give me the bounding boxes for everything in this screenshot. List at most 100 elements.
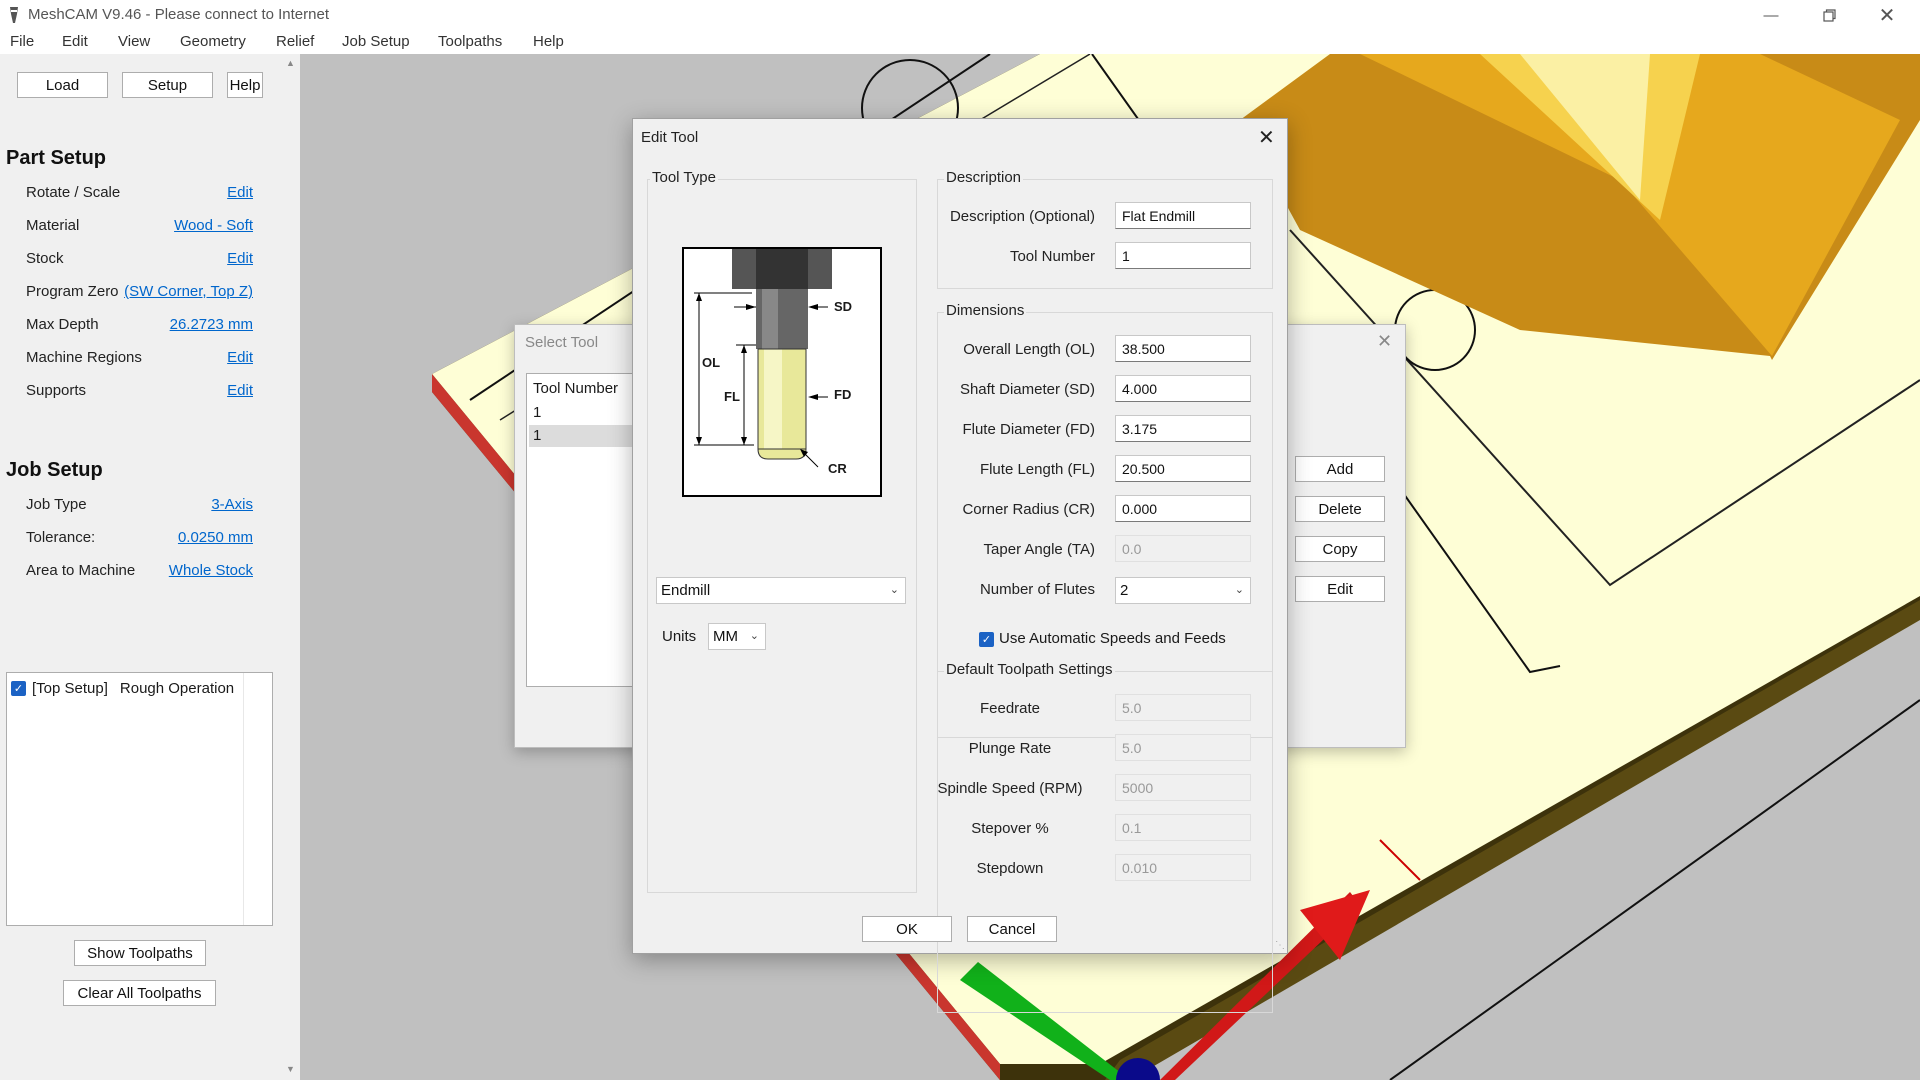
resize-grip-icon[interactable]: ⋱ (1275, 940, 1285, 951)
checkbox-checked-icon[interactable]: ✓ (11, 680, 26, 696)
plunge-rate-input: 5.0 (1115, 734, 1251, 761)
close-icon[interactable]: ✕ (1858, 0, 1916, 30)
clear-all-toolpaths-button[interactable]: Clear All Toolpaths (63, 980, 216, 1006)
description-group (937, 179, 1273, 289)
cancel-button[interactable]: Cancel (967, 916, 1057, 942)
machine-regions-label: Machine Regions (26, 349, 142, 366)
spindle-speed-label: Spindle Speed (RPM) (937, 780, 1083, 797)
select-tool-close-icon[interactable]: ✕ (1377, 331, 1392, 352)
tool-number-input[interactable]: 1 (1115, 242, 1251, 269)
show-toolpaths-button[interactable]: Show Toolpaths (74, 940, 206, 966)
edit-tool-title: Edit Tool (641, 129, 699, 146)
units-label: Units (662, 628, 697, 645)
tool-list[interactable]: Tool Number 1 1 (526, 373, 636, 687)
tool-list-row[interactable]: 1 (533, 404, 541, 421)
sidebar-scrollbar[interactable]: ▲ ▼ (283, 54, 300, 1080)
stepover-label: Stepover % (971, 820, 1049, 837)
add-tool-button[interactable]: Add (1295, 456, 1385, 482)
menu-relief[interactable]: Relief (276, 33, 314, 50)
edit-tool-button[interactable]: Edit (1295, 576, 1385, 602)
flute-diameter-input[interactable]: 3.175 (1115, 415, 1251, 442)
job-type-label: Job Type (26, 496, 87, 513)
stock-label: Stock (26, 250, 64, 267)
title-bar: MeshCAM V9.46 - Please connect to Intern… (0, 0, 1920, 30)
description-title: Description (944, 169, 1024, 186)
supports-link[interactable]: Edit (227, 382, 253, 399)
menu-help[interactable]: Help (533, 33, 564, 50)
stepdown-input: 0.010 (1115, 854, 1251, 881)
part-setup-title: Part Setup (6, 147, 107, 169)
label-sd: SD (834, 299, 853, 314)
help-button[interactable]: Help (227, 72, 263, 98)
tool-type-select[interactable]: Endmill ⌄ (656, 577, 906, 604)
operation-name: Rough Operation (119, 679, 235, 697)
operations-list[interactable]: ✓ [Top Setup] Rough Operation (6, 672, 273, 926)
units-select[interactable]: MM ⌄ (708, 623, 766, 650)
endmill-drawing (694, 249, 832, 468)
ok-button[interactable]: OK (862, 916, 952, 942)
max-depth-label: Max Depth (26, 316, 99, 333)
select-tool-title: Select Tool (525, 334, 599, 351)
label-ol: OL (702, 355, 721, 370)
list-divider (243, 673, 244, 925)
menu-toolpaths[interactable]: Toolpaths (438, 33, 502, 50)
defaults-group (937, 671, 1273, 1013)
tool-list-row-selected[interactable]: 1 (529, 425, 635, 447)
load-button[interactable]: Load (17, 72, 108, 98)
overall-length-input[interactable]: 38.500 (1115, 335, 1251, 362)
rotate-scale-link[interactable]: Edit (227, 184, 253, 201)
feedrate-label: Feedrate (979, 700, 1041, 717)
setup-button[interactable]: Setup (122, 72, 213, 98)
menu-edit[interactable]: Edit (62, 33, 88, 50)
defaults-title: Default Toolpath Settings (944, 661, 1115, 678)
rotate-scale-label: Rotate / Scale (26, 184, 121, 201)
shaft-diameter-input[interactable]: 4.000 (1115, 375, 1251, 402)
tolerance-link[interactable]: 0.0250 mm (178, 529, 253, 546)
flute-length-input[interactable]: 20.500 (1115, 455, 1251, 482)
corner-radius-input[interactable]: 0.000 (1115, 495, 1251, 522)
auto-speeds-label: Use Automatic Speeds and Feeds (999, 630, 1226, 647)
label-fd: FD (834, 387, 852, 402)
material-link[interactable]: Wood - Soft (174, 217, 253, 234)
material-label: Material (26, 217, 80, 234)
description-input[interactable]: Flat Endmill (1115, 202, 1251, 229)
tool-type-title: Tool Type (650, 169, 718, 186)
machine-regions-link[interactable]: Edit (227, 349, 253, 366)
flute-length-label: Flute Length (FL) (979, 461, 1095, 478)
spindle-speed-input: 5000 (1115, 774, 1251, 801)
stock-link[interactable]: Edit (227, 250, 253, 267)
minimize-icon[interactable]: — (1742, 0, 1800, 30)
shaft-diameter-label: Shaft Diameter (SD) (959, 381, 1095, 398)
dimensions-title: Dimensions (944, 302, 1027, 319)
chevron-down-icon: ⌄ (889, 584, 899, 596)
sidebar: Load Setup Help Part Setup Rotate / Scal… (0, 54, 300, 1080)
operation-item[interactable]: ✓ [Top Setup] Rough Operation (11, 677, 234, 699)
area-to-machine-link[interactable]: Whole Stock (169, 562, 253, 579)
menu-job-setup[interactable]: Job Setup (342, 33, 410, 50)
tool-list-header: Tool Number (533, 380, 619, 397)
menu-bar: File Edit View Geometry Relief Job Setup… (0, 30, 1920, 54)
copy-tool-button[interactable]: Copy (1295, 536, 1385, 562)
meshcam-app-icon (10, 7, 18, 23)
menu-view[interactable]: View (118, 33, 150, 50)
restore-icon[interactable] (1800, 0, 1858, 30)
max-depth-link[interactable]: 26.2723 mm (170, 316, 253, 333)
tolerance-label: Tolerance: (26, 529, 96, 546)
scroll-up-icon[interactable]: ▲ (286, 58, 295, 68)
auto-speeds-checkbox[interactable]: ✓ (979, 632, 994, 647)
scroll-down-icon[interactable]: ▼ (286, 1064, 295, 1074)
chevron-down-icon: ⌄ (1234, 584, 1244, 596)
delete-tool-button[interactable]: Delete (1295, 496, 1385, 522)
job-setup-title: Job Setup (6, 459, 103, 481)
job-type-link[interactable]: 3-Axis (211, 496, 253, 513)
program-zero-link[interactable]: (SW Corner, Top Z) (124, 283, 253, 300)
menu-geometry[interactable]: Geometry (180, 33, 246, 50)
menu-file[interactable]: File (10, 33, 34, 50)
stepover-input: 0.1 (1115, 814, 1251, 841)
number-of-flutes-select[interactable]: 2 ⌄ (1115, 577, 1251, 604)
description-label: Description (Optional) (949, 208, 1095, 225)
label-fl: FL (724, 389, 740, 404)
edit-tool-close-icon[interactable]: ✕ (1258, 125, 1275, 150)
taper-angle-label: Taper Angle (TA) (983, 541, 1095, 558)
corner-radius-label: Corner Radius (CR) (962, 501, 1095, 518)
